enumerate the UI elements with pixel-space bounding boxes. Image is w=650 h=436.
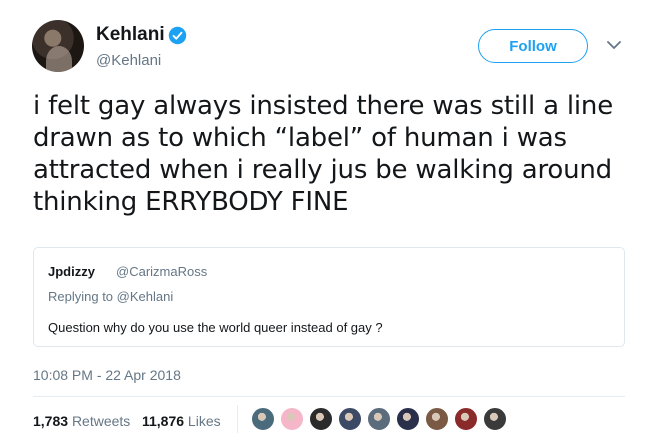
divider [33, 396, 625, 397]
verified-badge-icon [168, 26, 187, 45]
quoted-author-handle: @CarizmaRoss [116, 264, 208, 279]
retweets-stat[interactable]: 1,783 Retweets [33, 413, 130, 429]
author-avatar[interactable] [32, 20, 84, 72]
tweet-stats: 1,783 Retweets 11,876 Likes [33, 413, 221, 429]
liker-avatar[interactable] [337, 406, 363, 432]
liker-avatar[interactable] [250, 406, 276, 432]
chevron-down-icon[interactable] [607, 40, 621, 50]
liker-avatar[interactable] [424, 406, 450, 432]
quoted-author-name: Jpdizzy [48, 264, 95, 279]
liker-avatar[interactable] [482, 406, 508, 432]
liker-avatar[interactable] [279, 406, 305, 432]
author-handle[interactable]: @Kehlani [96, 52, 161, 69]
retweets-count: 1,783 [33, 413, 69, 429]
quoted-tweet[interactable]: Jpdizzy @CarizmaRoss Replying to @Kehlan… [33, 247, 625, 347]
liker-avatar[interactable] [395, 406, 421, 432]
liker-avatar[interactable] [366, 406, 392, 432]
likes-stat[interactable]: 11,876 Likes [142, 413, 221, 429]
replying-to-handle[interactable]: @Kehlani [117, 289, 174, 304]
tweet-text: i felt gay always insisted there was sti… [33, 91, 613, 217]
quoted-tweet-text: Question why do you use the world queer … [48, 320, 383, 335]
replying-to-prefix: Replying to [48, 289, 114, 304]
liker-avatar[interactable] [453, 406, 479, 432]
replying-to: Replying to @Kehlani [48, 289, 173, 304]
author-display-name[interactable]: Kehlani [96, 24, 165, 46]
tweet-timestamp[interactable]: 10:08 PM - 22 Apr 2018 [33, 367, 181, 383]
likes-count: 11,876 [141, 413, 185, 429]
retweets-label: Retweets [71, 413, 131, 429]
liker-avatar[interactable] [308, 406, 334, 432]
likes-label: Likes [187, 413, 221, 429]
follow-button[interactable]: Follow [478, 29, 588, 63]
stats-separator [237, 405, 238, 433]
